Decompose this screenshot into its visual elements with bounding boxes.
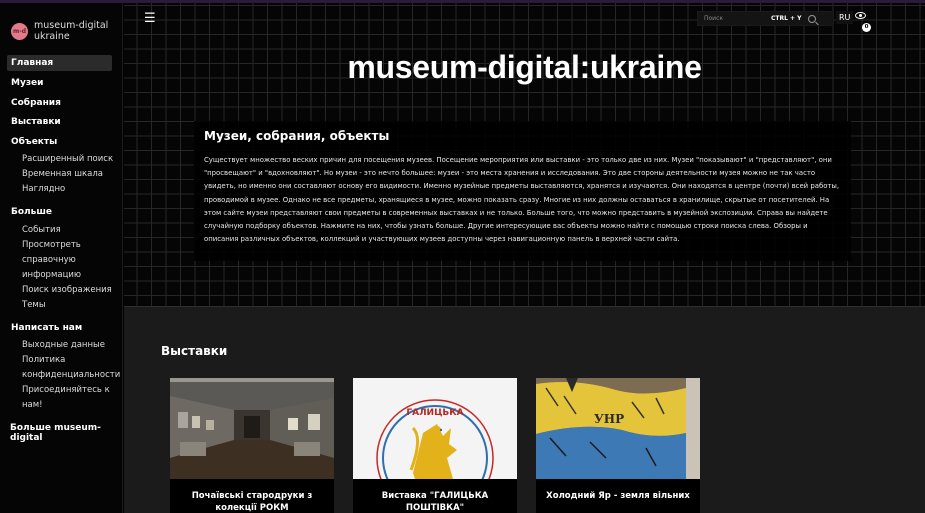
- page-title: museum-digital:ukraine: [347, 49, 702, 85]
- search-input[interactable]: [698, 15, 768, 22]
- intro-text: Существует множество веских причин для п…: [204, 156, 840, 244]
- sidebar-item-join[interactable]: Присоединяйтесь к нам!: [0, 383, 116, 413]
- sidebar-item-timeline[interactable]: Временная шкала: [0, 167, 123, 182]
- exhibition-image[interactable]: УНР: [536, 378, 700, 479]
- sidebar-item-collections[interactable]: Собрания: [0, 94, 123, 114]
- language-switcher[interactable]: RU: [836, 11, 854, 24]
- exhibition-image[interactable]: ГАЛИЦЬКА: [353, 378, 517, 479]
- sidebar-menu: Главная Музеи Собрания Выставки Объекты …: [0, 55, 123, 443]
- intro-box: Музеи, собрания, объекты Существует множ…: [194, 121, 851, 261]
- brand-name[interactable]: museum-digital ukraine: [34, 20, 108, 42]
- svg-text:УНР: УНР: [594, 412, 624, 426]
- search-bar: CTRL + Y: [697, 11, 834, 26]
- exhibition-card[interactable]: УНР Холодний Яр - земля вільних: [536, 378, 700, 513]
- sidebar-item-reference[interactable]: Просмотреть справочную информацию: [0, 238, 116, 283]
- intro-title: Музеи, собрания, объекты: [204, 129, 390, 143]
- sidebar-item-more[interactable]: Больше: [0, 203, 123, 223]
- search-shortcut: CTRL + Y: [771, 15, 802, 22]
- exhibition-card[interactable]: ГАЛИЦЬКА Виставка "ГАЛИЦЬКА ПОШТІВКА": [353, 378, 517, 513]
- eye-icon[interactable]: [855, 12, 866, 19]
- exhibition-image[interactable]: [170, 378, 334, 479]
- sidebar-item-home[interactable]: Главная: [7, 55, 112, 71]
- sidebar-item-advanced-search[interactable]: Расширенный поиск: [0, 152, 123, 167]
- exhibitions-section: Выставки Почаївські стародруки з колекці…: [124, 306, 925, 513]
- sidebar-item-contact[interactable]: Написать нам: [0, 319, 123, 339]
- exhibition-card-title[interactable]: Почаївські стародруки з колекції РОКМ: [170, 479, 334, 513]
- sidebar-item-privacy[interactable]: Политика конфиденциальности: [0, 353, 120, 383]
- hero-section: ☰ CTRL + Y RU 0 museum-digital:ukraine М…: [124, 3, 925, 306]
- sidebar-item-exhibitions[interactable]: Выставки: [0, 113, 123, 133]
- sidebar-item-events[interactable]: События: [0, 223, 123, 238]
- sidebar-item-imprint[interactable]: Выходные данные: [0, 338, 123, 353]
- galicia-stamp-text: ГАЛИЦЬКА: [406, 408, 463, 418]
- sidebar-item-topics[interactable]: Темы: [0, 298, 123, 313]
- brand-name-line2: ukraine: [34, 31, 70, 42]
- exhibition-card[interactable]: Почаївські стародруки з колекції РОКМ: [170, 378, 334, 513]
- sidebar-item-museums[interactable]: Музеи: [0, 74, 123, 94]
- search-icon[interactable]: [807, 14, 816, 23]
- sidebar: m-d museum-digital ukraine Главная Музеи…: [0, 3, 123, 513]
- sidebar-item-image-search[interactable]: Поиск изображения: [0, 283, 123, 298]
- museum-digital-logo[interactable]: m-d: [11, 22, 28, 40]
- exhibition-card-title[interactable]: Холодний Яр - земля вільних: [536, 479, 700, 502]
- watch-count-badge: 0: [862, 23, 871, 32]
- brand[interactable]: m-d museum-digital ukraine: [0, 3, 122, 47]
- exhibitions-title: Выставки: [161, 344, 228, 358]
- hamburger-icon[interactable]: ☰: [144, 11, 156, 26]
- brand-name-line1: museum-digital: [34, 20, 109, 31]
- sidebar-item-more-museum-digital[interactable]: Больше museum-digital: [0, 423, 123, 443]
- sidebar-item-objects[interactable]: Объекты: [0, 133, 123, 153]
- exhibition-card-title[interactable]: Виставка "ГАЛИЦЬКА ПОШТІВКА": [353, 479, 517, 513]
- sidebar-item-visual[interactable]: Наглядно: [0, 182, 123, 197]
